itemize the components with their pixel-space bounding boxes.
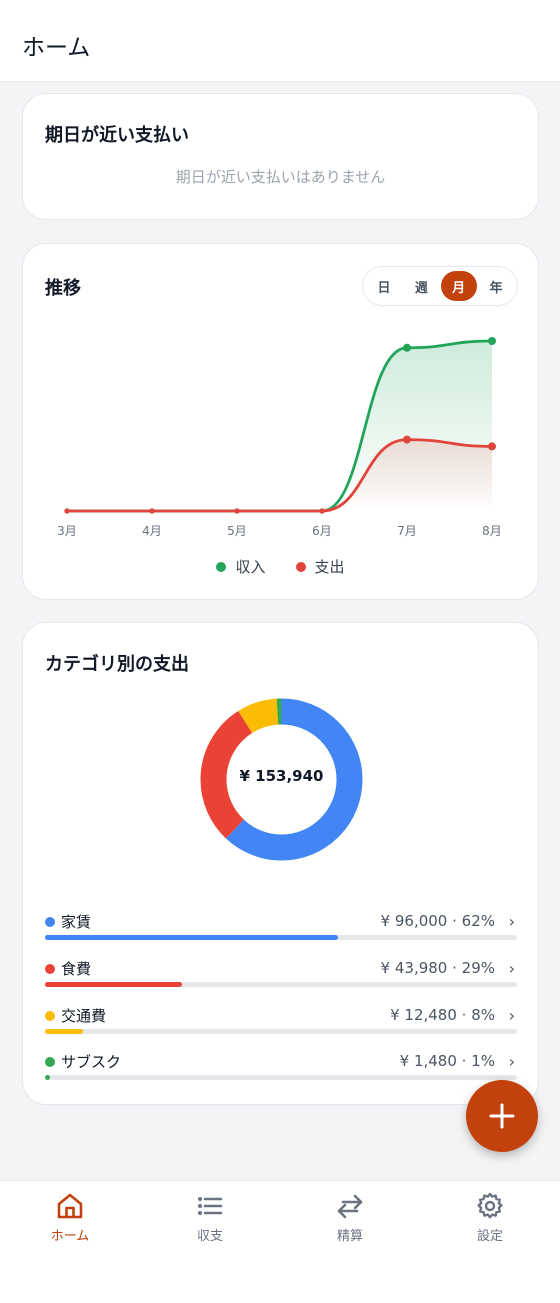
nav-settlement-label: 精算 <box>336 1229 363 1244</box>
legend-income-label: 収入 <box>235 558 266 576</box>
category-name: サブスク <box>61 1053 122 1071</box>
x-tick-label: 5月 <box>227 524 247 538</box>
data-point <box>319 508 325 514</box>
data-point <box>403 435 411 444</box>
income-dot-icon <box>216 561 227 572</box>
chevron-right-icon: › <box>508 1052 515 1071</box>
category-color-dot-icon <box>45 1056 55 1067</box>
category-title: カテゴリ別の支出 <box>45 654 189 675</box>
category-bar-track <box>45 1029 517 1034</box>
chevron-right-icon: › <box>508 912 515 931</box>
home-icon <box>57 1193 83 1219</box>
legend-income: 収入 <box>216 556 266 577</box>
category-row-rent[interactable]: 家賃 ¥ 96,000 · 62% › <box>45 911 517 951</box>
upcoming-payments-card: 期日が近い支払い 期日が近い支払いはありません <box>22 93 539 220</box>
data-point <box>488 442 496 451</box>
bottom-navigation: ホーム 収支 精算 設定 <box>0 1180 560 1303</box>
category-bar-track <box>45 1075 517 1080</box>
x-tick-label: 3月 <box>57 524 77 538</box>
category-amount: ¥ 96,000 · 62% <box>380 912 495 930</box>
category-bar-fill <box>45 982 182 987</box>
legend-expense-label: 支出 <box>314 558 345 576</box>
category-row-transport[interactable]: 交通費 ¥ 12,480 · 8% › <box>45 1005 517 1045</box>
category-bar-fill <box>45 1075 50 1080</box>
category-amount: ¥ 12,480 · 8% <box>390 1006 495 1024</box>
x-tick-label: 8月 <box>482 524 502 538</box>
category-name: 家賃 <box>61 913 92 931</box>
trend-chart: 3月 4月 5月 6月 7月 8月 <box>57 337 502 538</box>
category-color-dot-icon <box>45 916 55 927</box>
category-bar-track <box>45 982 517 987</box>
data-point <box>403 343 411 352</box>
data-point <box>234 508 240 514</box>
app-bar: ホーム <box>0 0 560 82</box>
x-tick-label: 4月 <box>142 524 162 538</box>
x-tick-label: 7月 <box>397 524 417 538</box>
category-row-food[interactable]: 食費 ¥ 43,980 · 29% › <box>45 958 517 998</box>
trend-legend: 収入 支出 <box>23 556 538 577</box>
chevron-right-icon: › <box>508 1006 515 1025</box>
nav-home[interactable]: ホーム <box>0 1181 140 1261</box>
category-row-subscription[interactable]: サブスク ¥ 1,480 · 1% › <box>45 1051 517 1091</box>
data-point <box>64 508 70 514</box>
category-name: 食費 <box>61 960 92 978</box>
expense-dot-icon <box>295 561 306 572</box>
nav-home-label: ホーム <box>50 1229 90 1244</box>
nav-settlement[interactable]: 精算 <box>280 1181 420 1261</box>
nav-transactions-label: 収支 <box>196 1229 223 1244</box>
category-bar-fill <box>45 1029 83 1034</box>
list-icon <box>198 1197 223 1215</box>
category-bar-track <box>45 935 517 940</box>
nav-transactions[interactable]: 収支 <box>140 1181 280 1261</box>
chevron-right-icon: › <box>508 959 515 978</box>
legend-expense: 支出 <box>295 556 345 577</box>
nav-settings[interactable]: 設定 <box>420 1181 560 1261</box>
series-area-1 <box>67 439 492 511</box>
category-name: 交通費 <box>61 1007 107 1025</box>
upcoming-payments-title: 期日が近い支払い <box>45 125 189 146</box>
category-spending-card: カテゴリ別の支出 ¥ 153,940 家賃 ¥ 96,000 · 62% › 食… <box>22 622 539 1105</box>
x-tick-label: 6月 <box>312 524 332 538</box>
swap-arrows-icon <box>337 1194 363 1219</box>
category-amount: ¥ 43,980 · 29% <box>380 959 495 977</box>
upcoming-empty-text: 期日が近い支払いはありません <box>175 168 386 186</box>
category-total: ¥ 153,940 <box>239 767 324 785</box>
trend-card: 推移 日 週 月 年 3月 4月 5月 6月 7月 8月 収入 支出 <box>22 243 539 600</box>
data-point <box>149 508 155 514</box>
category-bar-fill <box>45 935 338 940</box>
add-transaction-button[interactable] <box>466 1080 538 1152</box>
nav-settings-label: 設定 <box>476 1229 503 1244</box>
category-amount: ¥ 1,480 · 1% <box>399 1052 495 1070</box>
plus-icon <box>489 1103 515 1129</box>
page-title: ホーム <box>22 35 91 61</box>
gear-icon <box>477 1192 503 1219</box>
category-color-dot-icon <box>45 1010 55 1021</box>
category-color-dot-icon <box>45 963 55 974</box>
data-point <box>488 337 496 345</box>
